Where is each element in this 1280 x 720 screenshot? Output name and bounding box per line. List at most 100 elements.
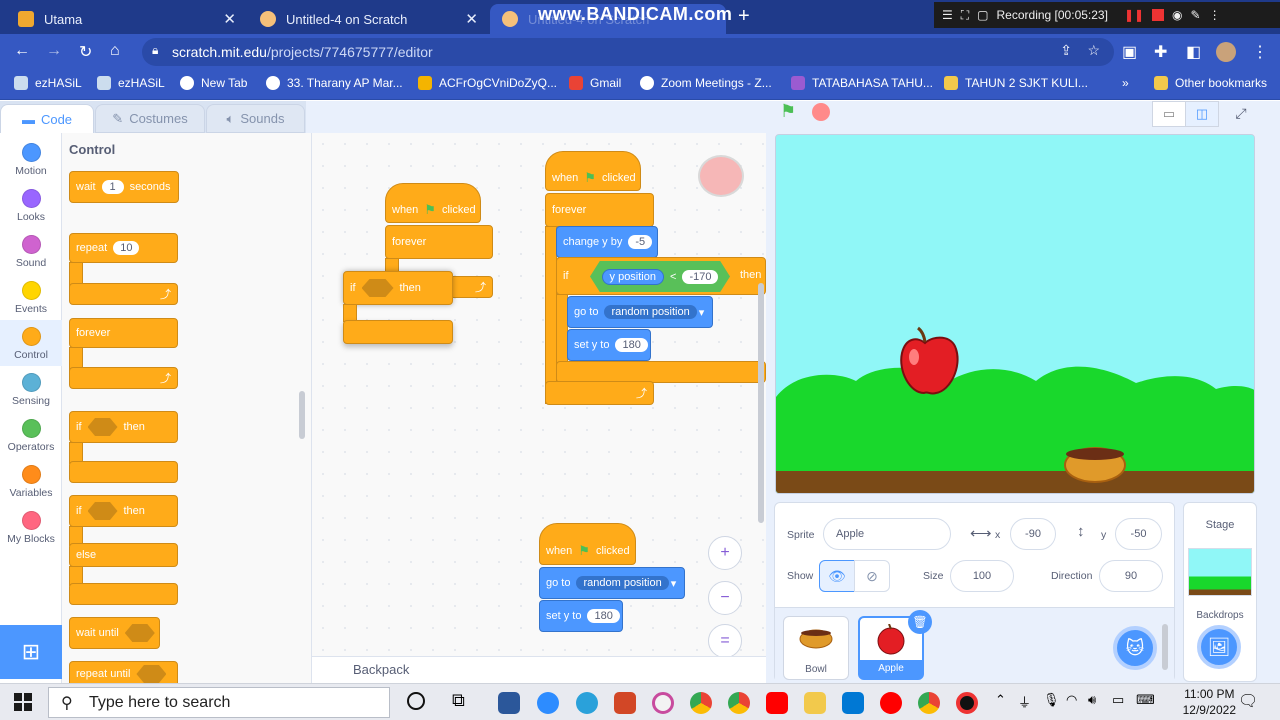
bookmark-zoom[interactable]: Zoom Meetings - Z... bbox=[640, 76, 772, 90]
chrome-icon[interactable] bbox=[918, 692, 940, 714]
block-go-to-3[interactable]: go to random position ▾ bbox=[539, 567, 685, 599]
puzzle-icon[interactable]: ✚ bbox=[1154, 42, 1167, 62]
app-icon[interactable] bbox=[652, 692, 674, 714]
boolean-slot[interactable] bbox=[136, 665, 167, 683]
chrome-icon[interactable] bbox=[690, 692, 712, 714]
block-if-then[interactable]: if then bbox=[69, 411, 178, 443]
battery-icon[interactable]: ▭ bbox=[1112, 692, 1124, 708]
zoom-in-button[interactable]: + bbox=[708, 536, 742, 570]
youtube-music-icon[interactable] bbox=[880, 692, 902, 714]
sidepanel-icon[interactable]: ◧ bbox=[1186, 42, 1201, 62]
hat-when-flag-clicked-2[interactable]: when ⚑ clicked bbox=[545, 151, 641, 191]
stop-sign-icon[interactable] bbox=[812, 103, 830, 121]
sprite-tile-bowl[interactable]: Bowl bbox=[783, 616, 849, 680]
camera-icon[interactable]: ◉ bbox=[1172, 8, 1182, 22]
fullscreen-icon[interactable]: ⤢ bbox=[1226, 101, 1256, 127]
pen-icon[interactable]: ✎ bbox=[1191, 8, 1201, 22]
zoom-icon[interactable] bbox=[537, 692, 559, 714]
wifi-icon[interactable]: ◠ bbox=[1066, 692, 1077, 708]
tray-chevron-icon[interactable]: ⌃ bbox=[995, 692, 1006, 708]
bookmark-tahun2[interactable]: TAHUN 2 SJKT KULI... bbox=[944, 76, 1088, 90]
avatar[interactable] bbox=[1216, 42, 1236, 62]
menu-icon[interactable]: ☰ bbox=[942, 8, 953, 22]
bookmark-tatabahasa[interactable]: TATABAHASA TAHU... bbox=[791, 76, 933, 90]
choose-backdrop-button[interactable]: 🖼︎ bbox=[1197, 625, 1241, 669]
volume-icon[interactable]: 🔊︎ bbox=[1088, 692, 1096, 708]
bookmark-tharany[interactable]: 33. Tharany AP Mar... bbox=[266, 76, 403, 90]
block-go-to[interactable]: go to random position ▾ bbox=[567, 296, 713, 328]
block-set-y[interactable]: set y to 180 bbox=[567, 329, 651, 361]
sprite-name-field[interactable]: Apple bbox=[823, 518, 951, 550]
category-variables[interactable]: Variables bbox=[0, 458, 62, 504]
windows-start-icon[interactable] bbox=[14, 693, 32, 711]
category-looks[interactable]: Looks bbox=[0, 182, 62, 228]
usb-icon[interactable]: ⏚ bbox=[1018, 692, 1031, 711]
menu-icon[interactable]: ⋮ bbox=[1252, 42, 1268, 62]
word-icon[interactable] bbox=[498, 692, 520, 714]
hat-when-flag-clicked[interactable]: when ⚑ clicked bbox=[385, 183, 481, 223]
tab-sounds[interactable]: 🔈︎ Sounds bbox=[206, 104, 305, 133]
category-my-blocks[interactable]: My Blocks bbox=[0, 504, 62, 550]
telegram-icon[interactable] bbox=[576, 692, 598, 714]
powerpoint-icon[interactable] bbox=[614, 692, 636, 714]
taskbar-clock[interactable]: 11:00 PM 12/9/2022 bbox=[1183, 686, 1236, 718]
direction-field[interactable]: 90 bbox=[1099, 560, 1163, 592]
bookmark-new-tab[interactable]: New Tab bbox=[180, 76, 247, 90]
task-view-icon[interactable]: ⧉ bbox=[452, 690, 465, 711]
block-set-y-3[interactable]: set y to 180 bbox=[539, 600, 623, 632]
tab-scratch-1[interactable]: Untitled-4 on Scratch ✕ bbox=[248, 4, 488, 34]
sprite-tile-apple[interactable]: Apple 🗑︎ bbox=[858, 610, 932, 680]
category-sound[interactable]: Sound bbox=[0, 228, 62, 274]
extension-icon[interactable]: ▣ bbox=[1122, 42, 1137, 62]
backpack[interactable]: Backpack bbox=[312, 656, 766, 683]
bookmark-drive[interactable]: ACFrOgCVniDoZyQ... bbox=[418, 76, 557, 90]
block-repeat-until[interactable]: repeat until bbox=[69, 661, 178, 683]
block-forever[interactable]: forever bbox=[69, 318, 178, 348]
palette-scrollbar[interactable] bbox=[299, 391, 305, 439]
mic-icon[interactable]: 🎙︎ bbox=[1043, 692, 1060, 708]
cortana-icon[interactable] bbox=[407, 692, 425, 710]
show-hidden-button[interactable]: ⊘ bbox=[854, 560, 890, 592]
choose-sprite-button[interactable]: 🐱︎ bbox=[1113, 626, 1157, 670]
category-motion[interactable]: Motion bbox=[0, 136, 62, 182]
tab-utama[interactable]: Utama ✕ bbox=[6, 4, 246, 34]
stage-selector[interactable]: Stage Backdrops 🖼︎ bbox=[1183, 502, 1257, 682]
chrome-icon[interactable] bbox=[728, 692, 750, 714]
tab-costumes[interactable]: ✎ Costumes bbox=[95, 104, 205, 133]
share-icon[interactable]: ⇪ bbox=[1060, 42, 1072, 59]
workspace-scrollbar[interactable] bbox=[758, 283, 764, 523]
y-field[interactable]: -50 bbox=[1115, 518, 1162, 550]
bookmark-ezhasil-2[interactable]: ezHASiL bbox=[97, 76, 165, 90]
dragged-if-then[interactable]: if then bbox=[343, 271, 453, 305]
youtube-icon[interactable] bbox=[766, 692, 788, 714]
home-icon[interactable]: ⌂ bbox=[110, 42, 120, 60]
zoom-reset-button[interactable]: = bbox=[708, 624, 742, 658]
delete-sprite-button[interactable]: 🗑︎ bbox=[908, 610, 932, 634]
bookmark-other[interactable]: Other bookmarks bbox=[1154, 76, 1267, 90]
bookmark-ezhasil-1[interactable]: ezHASiL bbox=[14, 76, 82, 90]
region-icon[interactable]: ▢ bbox=[977, 8, 988, 22]
app-icon[interactable] bbox=[842, 692, 864, 714]
block-wait-until[interactable]: wait until bbox=[69, 617, 160, 649]
boolean-slot[interactable] bbox=[87, 502, 118, 520]
block-if-else[interactable]: if then bbox=[69, 495, 178, 527]
keyboard-icon[interactable]: ⌨ bbox=[1136, 692, 1155, 708]
show-visible-button[interactable]: 👁︎ bbox=[819, 560, 855, 592]
x-field[interactable]: -90 bbox=[1010, 518, 1056, 550]
category-events[interactable]: Events bbox=[0, 274, 62, 320]
hat-when-flag-clicked-3[interactable]: when ⚑ clicked bbox=[539, 523, 636, 565]
bookmark-gmail[interactable]: Gmail bbox=[569, 76, 621, 90]
boolean-slot[interactable] bbox=[361, 279, 394, 297]
block-forever[interactable]: forever bbox=[385, 225, 493, 259]
pause-icon[interactable]: ❚❚ bbox=[1124, 8, 1144, 22]
close-icon[interactable]: ✕ bbox=[465, 10, 478, 28]
close-icon[interactable]: ✕ bbox=[223, 10, 236, 28]
new-tab-icon[interactable]: + bbox=[738, 5, 750, 28]
green-flag-icon[interactable]: ⚑ bbox=[780, 101, 796, 122]
block-forever-2[interactable]: forever bbox=[545, 193, 654, 227]
sprite-list-scrollbar[interactable] bbox=[1162, 624, 1168, 670]
bandicam-icon[interactable] bbox=[956, 692, 978, 714]
tab-code[interactable]: ▬ Code bbox=[0, 104, 94, 133]
large-stage-icon[interactable]: ◫ bbox=[1185, 101, 1219, 127]
block-change-y[interactable]: change y by -5 bbox=[556, 226, 658, 258]
